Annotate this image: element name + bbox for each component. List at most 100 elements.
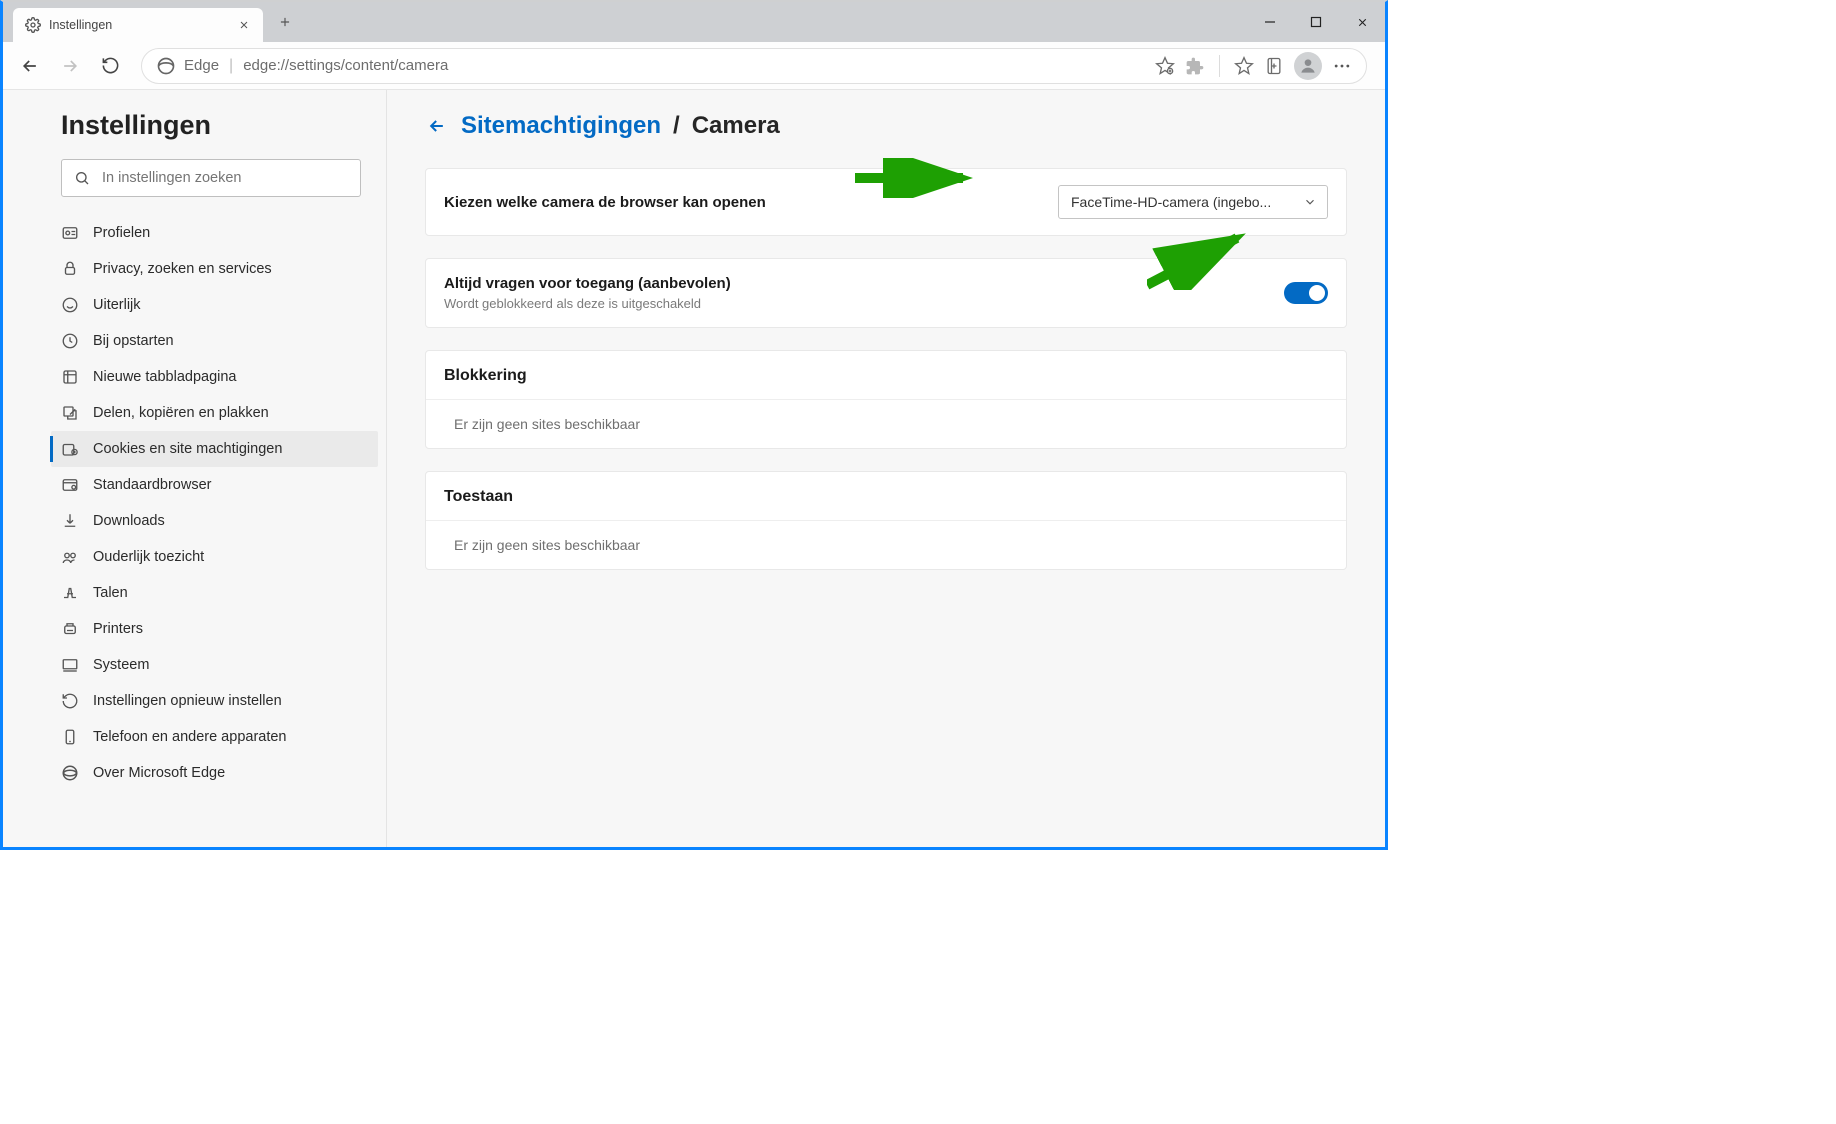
sidebar-item-icon: [61, 332, 79, 350]
breadcrumb-separator: /: [673, 112, 680, 140]
favorites-icon[interactable]: [1234, 56, 1254, 76]
allow-list-title: Toestaan: [426, 472, 1346, 521]
window-maximize-button[interactable]: [1293, 2, 1339, 42]
sidebar-item-icon: [61, 260, 79, 278]
breadcrumb-current: Camera: [692, 112, 780, 140]
search-icon: [74, 170, 90, 186]
sidebar-item-icon: [61, 764, 79, 782]
edge-icon: [156, 56, 176, 76]
breadcrumb-parent-link[interactable]: Sitemachtigingen: [461, 112, 661, 140]
address-bar[interactable]: Edge | edge://settings/content/camera: [141, 48, 1367, 84]
sidebar-item-icon: [61, 728, 79, 746]
sidebar-item-label: Nieuwe tabbladpagina: [93, 369, 237, 385]
window-minimize-button[interactable]: [1247, 2, 1293, 42]
content-area: Instellingen Profielen Privacy, zoeken en…: [3, 90, 1385, 847]
window-close-button[interactable]: [1339, 2, 1385, 42]
sidebar-item[interactable]: Nieuwe tabbladpagina: [51, 359, 378, 395]
sidebar-item-label: Standaardbrowser: [93, 477, 212, 493]
sidebar-item[interactable]: Printers: [51, 611, 378, 647]
sidebar-item[interactable]: Systeem: [51, 647, 378, 683]
camera-dropdown[interactable]: FaceTime-HD-camera (ingebo...: [1058, 185, 1328, 219]
ask-access-label: Altijd vragen voor toegang (aanbevolen): [444, 275, 731, 292]
block-list-card: Blokkering Er zijn geen sites beschikbaa…: [425, 350, 1347, 449]
sidebar-item-label: Privacy, zoeken en services: [93, 261, 272, 277]
extensions-icon[interactable]: [1185, 56, 1205, 76]
sidebar-search[interactable]: [61, 159, 361, 197]
tab-close-button[interactable]: [235, 16, 253, 34]
sidebar-item-label: Profielen: [93, 225, 150, 241]
sidebar-item[interactable]: Bij opstarten: [51, 323, 378, 359]
sidebar-item-icon: [61, 440, 79, 458]
add-favorite-icon[interactable]: [1155, 56, 1175, 76]
sidebar-item-label: Telefoon en andere apparaten: [93, 729, 287, 745]
browser-tab[interactable]: Instellingen: [13, 8, 263, 42]
sidebar-item[interactable]: Talen: [51, 575, 378, 611]
sidebar-item[interactable]: Instellingen opnieuw instellen: [51, 683, 378, 719]
settings-main: Sitemachtigingen / Camera Kiezen welke c…: [387, 90, 1385, 847]
sidebar-item[interactable]: Cookies en site machtigingen: [51, 431, 378, 467]
sidebar-item[interactable]: Over Microsoft Edge: [51, 755, 378, 791]
sidebar-item-label: Bij opstarten: [93, 333, 174, 349]
sidebar-item[interactable]: Standaardbrowser: [51, 467, 378, 503]
sidebar-item-label: Systeem: [93, 657, 149, 673]
allow-list-card: Toestaan Er zijn geen sites beschikbaar: [425, 471, 1347, 570]
gear-icon: [25, 17, 41, 33]
sidebar-item-label: Delen, kopiëren en plakken: [93, 405, 269, 421]
sidebar-item-label: Printers: [93, 621, 143, 637]
sidebar-item-icon: [61, 620, 79, 638]
browser-toolbar: Edge | edge://settings/content/camera: [3, 42, 1385, 90]
sidebar-item-icon: [61, 548, 79, 566]
tab-strip: Instellingen: [3, 2, 1385, 42]
sidebar-item-icon: [61, 224, 79, 242]
sidebar-item[interactable]: Downloads: [51, 503, 378, 539]
breadcrumb-back-button[interactable]: [425, 114, 449, 138]
sidebar-item-icon: [61, 584, 79, 602]
settings-sidebar: Instellingen Profielen Privacy, zoeken en…: [3, 90, 387, 847]
sidebar-item[interactable]: Uiterlijk: [51, 287, 378, 323]
allow-list-empty: Er zijn geen sites beschikbaar: [426, 521, 1346, 569]
window-controls: [1247, 2, 1385, 42]
new-tab-button[interactable]: [269, 6, 301, 38]
sidebar-item[interactable]: Ouderlijk toezicht: [51, 539, 378, 575]
sidebar-item-icon: [61, 296, 79, 314]
tab-title: Instellingen: [49, 18, 227, 32]
camera-select-label: Kiezen welke camera de browser kan opene…: [444, 194, 766, 211]
chevron-down-icon: [1303, 195, 1317, 209]
sidebar-item-label: Cookies en site machtigingen: [93, 441, 282, 457]
sidebar-item-icon: [61, 692, 79, 710]
sidebar-item[interactable]: Telefoon en andere apparaten: [51, 719, 378, 755]
address-url: edge://settings/content/camera: [243, 57, 1155, 74]
sidebar-item-icon: [61, 404, 79, 422]
camera-select-card: Kiezen welke camera de browser kan opene…: [425, 168, 1347, 236]
sidebar-search-input[interactable]: [102, 170, 348, 186]
breadcrumb: Sitemachtigingen / Camera: [425, 112, 1347, 140]
sidebar-item-label: Instellingen opnieuw instellen: [93, 693, 282, 709]
block-list-title: Blokkering: [426, 351, 1346, 400]
sidebar-item-label: Over Microsoft Edge: [93, 765, 225, 781]
collections-icon[interactable]: [1264, 56, 1284, 76]
sidebar-item[interactable]: Privacy, zoeken en services: [51, 251, 378, 287]
sidebar-item-icon: [61, 512, 79, 530]
sidebar-item-label: Uiterlijk: [93, 297, 141, 313]
toolbar-separator: [1219, 55, 1220, 77]
sidebar-item-label: Ouderlijk toezicht: [93, 549, 204, 565]
sidebar-item[interactable]: Profielen: [51, 215, 378, 251]
address-separator: |: [229, 57, 233, 75]
ask-access-card: Altijd vragen voor toegang (aanbevolen) …: [425, 258, 1347, 328]
sidebar-item-icon: [61, 476, 79, 494]
sidebar-item[interactable]: Delen, kopiëren en plakken: [51, 395, 378, 431]
sidebar-item-icon: [61, 656, 79, 674]
sidebar-item-label: Talen: [93, 585, 128, 601]
ask-access-sublabel: Wordt geblokkeerd als deze is uitgeschak…: [444, 296, 731, 311]
profile-avatar[interactable]: [1294, 52, 1322, 80]
ask-access-toggle[interactable]: [1284, 282, 1328, 304]
sidebar-title: Instellingen: [61, 110, 368, 141]
nav-back-button[interactable]: [11, 47, 49, 85]
sidebar-item-icon: [61, 368, 79, 386]
camera-dropdown-value: FaceTime-HD-camera (ingebo...: [1071, 194, 1271, 210]
more-menu-icon[interactable]: [1332, 56, 1352, 76]
block-list-empty: Er zijn geen sites beschikbaar: [426, 400, 1346, 448]
nav-forward-button[interactable]: [51, 47, 89, 85]
address-scheme-badge: Edge: [184, 57, 219, 74]
nav-refresh-button[interactable]: [91, 47, 129, 85]
